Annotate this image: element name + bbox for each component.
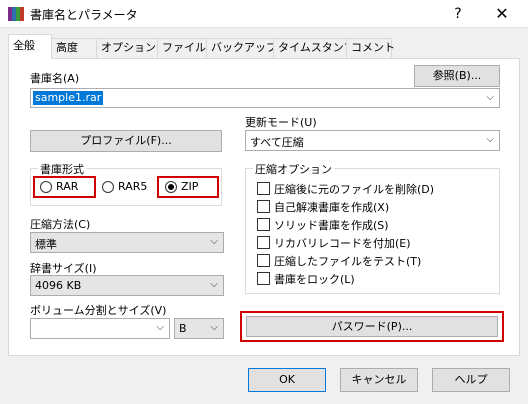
tab-files[interactable]: ファイル xyxy=(157,38,207,58)
chevron-down-icon[interactable]: ⌵ xyxy=(156,322,164,333)
browse-button[interactable]: 参照(B)... xyxy=(414,65,500,87)
lock-archive-checkbox[interactable] xyxy=(257,272,270,285)
solid-checkbox[interactable] xyxy=(257,218,270,231)
dictionary-size-value: 4096 KB xyxy=(35,279,82,292)
rar-label[interactable]: RAR xyxy=(56,180,78,193)
update-mode-label: 更新モード(U) xyxy=(245,116,317,129)
test-files-label[interactable]: 圧縮したファイルをテスト(T) xyxy=(274,253,421,269)
rar-radio[interactable] xyxy=(40,181,52,193)
password-button[interactable]: パスワード(P)... xyxy=(246,316,498,337)
update-mode-value: すべて圧縮 xyxy=(250,136,304,149)
archive-name-value: sample1.rar xyxy=(33,91,104,105)
tab-comment[interactable]: コメント xyxy=(346,38,395,58)
dictionary-size-label: 辞書サイズ(I) xyxy=(30,262,97,275)
tab-timestamp[interactable]: タイムスタンプ xyxy=(273,38,354,58)
tab-general[interactable]: 全般 xyxy=(8,34,52,59)
archive-format-label: 書庫形式 xyxy=(38,161,86,177)
delete-after-label[interactable]: 圧縮後に元のファイルを削除(D) xyxy=(274,181,434,197)
tab-advanced[interactable]: 高度 xyxy=(51,38,97,58)
window-title: 書庫名とパラメータ xyxy=(30,8,138,22)
cancel-button[interactable]: キャンセル xyxy=(340,368,418,392)
volume-split-input[interactable]: ⌵ xyxy=(30,318,170,339)
chevron-down-icon[interactable]: ⌵ xyxy=(486,92,494,103)
solid-label[interactable]: ソリッド書庫を作成(S) xyxy=(274,217,389,233)
update-mode-select[interactable]: すべて圧縮 ⌵ xyxy=(245,130,500,151)
close-icon[interactable]: ✕ xyxy=(492,4,512,24)
profile-button[interactable]: プロファイル(F)... xyxy=(30,130,222,152)
archive-name-label: 書庫名(A) xyxy=(30,72,80,85)
volume-unit-value: B xyxy=(179,322,187,335)
tab-backup[interactable]: バックアップ xyxy=(206,38,277,58)
chevron-down-icon: ⌵ xyxy=(486,134,494,145)
sfx-label[interactable]: 自己解凍書庫を作成(X) xyxy=(274,199,389,215)
rar5-label[interactable]: RAR5 xyxy=(118,180,147,193)
archive-name-input[interactable]: sample1.rar ⌵ xyxy=(30,88,500,108)
lock-archive-label[interactable]: 書庫をロック(L) xyxy=(274,271,355,287)
help-icon[interactable]: ? xyxy=(448,4,468,24)
recovery-record-label[interactable]: リカバリレコードを付加(E) xyxy=(274,235,411,251)
zip-radio[interactable] xyxy=(165,181,177,193)
compression-options-label: 圧縮オプション xyxy=(253,161,334,177)
ok-button[interactable]: OK xyxy=(248,368,326,392)
help-button[interactable]: ヘルプ xyxy=(432,368,510,392)
winrar-app-icon xyxy=(8,7,24,21)
compression-method-select[interactable]: 標準 ⌵ xyxy=(30,232,224,253)
compression-method-label: 圧縮方法(C) xyxy=(30,218,91,231)
compression-method-value: 標準 xyxy=(35,238,57,251)
chevron-down-icon: ⌵ xyxy=(210,236,218,247)
dictionary-size-select[interactable]: 4096 KB ⌵ xyxy=(30,275,224,296)
zip-label[interactable]: ZIP xyxy=(181,180,198,193)
tab-options[interactable]: オプション xyxy=(96,38,158,58)
test-files-checkbox[interactable] xyxy=(257,254,270,267)
chevron-down-icon: ⌵ xyxy=(210,322,218,333)
volume-split-label: ボリューム分割とサイズ(V) xyxy=(30,304,167,317)
recovery-record-checkbox[interactable] xyxy=(257,236,270,249)
rar5-radio[interactable] xyxy=(102,181,114,193)
delete-after-checkbox[interactable] xyxy=(257,182,270,195)
chevron-down-icon: ⌵ xyxy=(210,279,218,290)
sfx-checkbox[interactable] xyxy=(257,200,270,213)
volume-unit-select[interactable]: B ⌵ xyxy=(174,318,224,339)
